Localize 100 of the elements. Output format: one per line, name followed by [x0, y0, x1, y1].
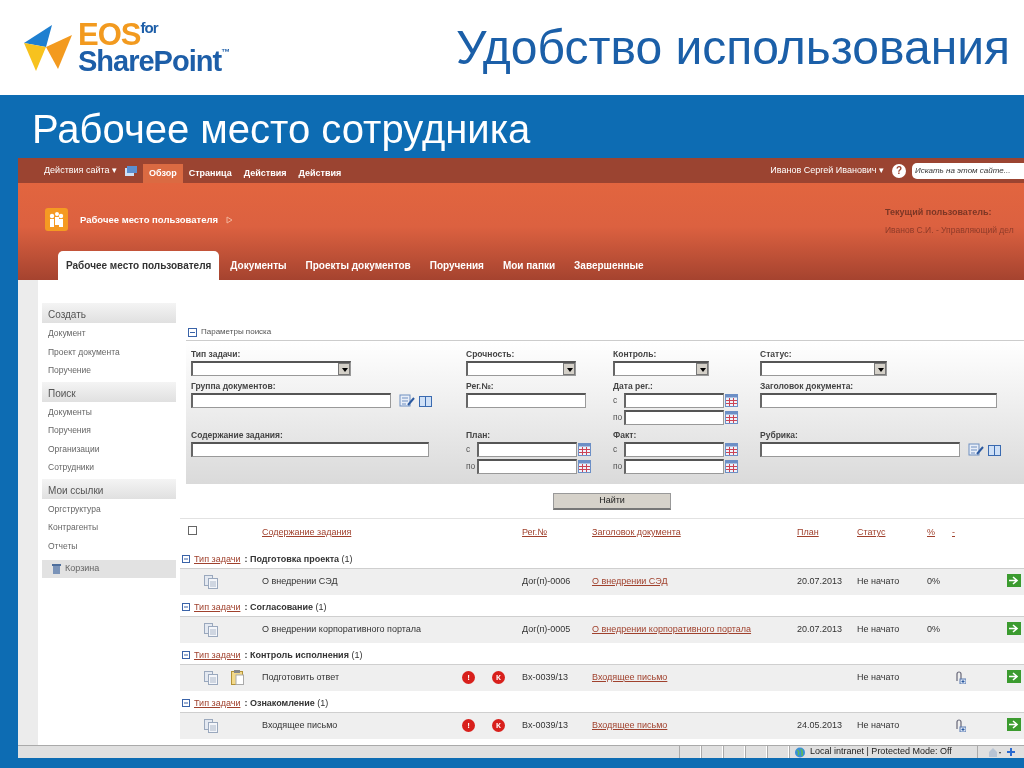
reg-number: Дог(п)-0005	[520, 616, 590, 643]
field-label: Срочность:	[466, 349, 516, 360]
collapse-icon[interactable]	[182, 555, 190, 564]
date-field[interactable]	[477, 442, 577, 457]
reg-number: Вх-0039/13	[520, 664, 590, 691]
ribbon-tab[interactable]: Действия	[292, 163, 348, 183]
clipboard-icon[interactable]	[231, 670, 244, 686]
nav-tab[interactable]: Завершенные	[566, 251, 652, 280]
field-label: Группа документов:	[191, 381, 277, 392]
field-label: Контроль:	[613, 349, 658, 360]
group-field-link[interactable]: Тип задачи	[194, 600, 241, 615]
select-field[interactable]	[760, 361, 887, 376]
select-field[interactable]	[466, 361, 576, 376]
select-field[interactable]	[191, 361, 351, 376]
document-link[interactable]: О внедрении СЭД	[592, 576, 668, 586]
column-header-link[interactable]: Содержание задания	[262, 527, 352, 537]
select-field[interactable]	[613, 361, 709, 376]
column-header-link[interactable]: %	[927, 527, 935, 537]
search-field[interactable]: Искать на этом сайте...	[912, 162, 1024, 179]
nav-tab[interactable]: Мои папки	[494, 251, 564, 280]
site-actions-menu[interactable]: Действия сайта ▾	[44, 163, 117, 178]
range-label: с	[613, 443, 619, 456]
book-icon[interactable]	[419, 394, 432, 407]
sidebar-link[interactable]: Организации	[42, 441, 176, 457]
find-button[interactable]: Найти	[553, 493, 671, 510]
field-label: Статус:	[760, 349, 793, 360]
document-link[interactable]: Входящее письмо	[592, 672, 668, 682]
sidebar-link[interactable]: Оргструктура	[42, 501, 176, 517]
date-field[interactable]	[477, 459, 577, 474]
text-field[interactable]	[760, 442, 960, 457]
column-header-link[interactable]: Рег.№	[522, 527, 547, 537]
open-button[interactable]	[1007, 670, 1021, 683]
open-button[interactable]	[1007, 574, 1021, 587]
field-label: Содержание задания:	[191, 430, 284, 441]
ribbon-tab[interactable]: Обзор	[143, 163, 183, 183]
zoom-icon[interactable]	[1006, 747, 1016, 757]
date-field[interactable]	[624, 459, 724, 474]
nav-tab[interactable]: Поручения	[421, 251, 492, 280]
site-title[interactable]: Рабочее место пользователя	[80, 212, 219, 227]
sidebar-link[interactable]: Контрагенты	[42, 520, 176, 536]
plan-date: 20.07.2013	[795, 568, 855, 595]
sidebar-link[interactable]: Поручение	[42, 363, 176, 379]
group-title: : Контроль исполнения (1)	[244, 648, 363, 662]
recycle-bin-link[interactable]: Корзина	[42, 560, 176, 578]
edit-list-icon[interactable]	[399, 394, 415, 407]
column-header-link[interactable]: Заголовок документа	[592, 527, 681, 537]
nav-tab[interactable]: Рабочее место пользователя	[58, 251, 220, 280]
calendar-icon[interactable]	[725, 460, 738, 473]
calendar-icon[interactable]	[578, 443, 591, 456]
help-button[interactable]: ?	[892, 163, 906, 178]
range-label: с	[613, 394, 619, 407]
edit-list-icon[interactable]	[968, 443, 984, 456]
ribbon-tab[interactable]: Действия	[237, 163, 293, 183]
field-label: Рег.№:	[466, 381, 495, 392]
sidebar-link[interactable]: Документ	[42, 326, 176, 342]
sidebar-link[interactable]: Отчеты	[42, 538, 176, 554]
text-field[interactable]	[191, 442, 429, 457]
open-button[interactable]	[1007, 622, 1021, 635]
current-user-label: Текущий пользователь:	[885, 206, 993, 219]
calendar-icon[interactable]	[725, 394, 738, 407]
attachment-icon[interactable]	[954, 719, 966, 733]
text-field[interactable]	[466, 393, 586, 408]
date-field[interactable]	[624, 393, 724, 408]
arrow-icon	[1009, 576, 1019, 585]
sidebar-link[interactable]: Поручения	[42, 423, 176, 439]
book-icon[interactable]	[988, 443, 1001, 456]
user-menu[interactable]: Иванов Сергей Иванович ▾	[770, 163, 884, 178]
select-all-checkbox[interactable]	[188, 526, 197, 535]
status-text: Не начато	[855, 712, 925, 739]
collapse-icon[interactable]	[182, 603, 190, 612]
calendar-icon[interactable]	[725, 411, 738, 424]
calendar-icon[interactable]	[725, 443, 738, 456]
slide-title: Удобство использования	[456, 19, 1010, 76]
sidebar-link[interactable]: Сотрудники	[42, 460, 176, 476]
collapse-icon[interactable]	[182, 699, 190, 708]
caret-icon	[696, 363, 708, 375]
calendar-icon[interactable]	[578, 460, 591, 473]
page-icon[interactable]	[125, 165, 137, 176]
open-button[interactable]	[1007, 718, 1021, 731]
attachment-icon[interactable]	[954, 671, 966, 685]
arrow-icon	[226, 215, 234, 224]
text-field[interactable]	[191, 393, 391, 408]
collapse-icon[interactable]	[188, 327, 197, 337]
date-field[interactable]	[624, 410, 724, 425]
collapse-icon[interactable]	[182, 651, 190, 660]
document-link[interactable]: Входящее письмо	[592, 720, 668, 730]
group-field-link[interactable]: Тип задачи	[194, 648, 241, 663]
date-field[interactable]	[624, 442, 724, 457]
sidebar-link[interactable]: Проект документа	[42, 344, 176, 360]
column-header-link[interactable]: Статус	[857, 527, 886, 537]
column-header-link[interactable]: План	[797, 527, 819, 537]
nav-tab[interactable]: Документы	[222, 251, 295, 280]
sidebar-link[interactable]: Документы	[42, 404, 176, 420]
nav-tab[interactable]: Проекты документов	[297, 251, 419, 280]
group-field-link[interactable]: Тип задачи	[194, 696, 241, 711]
text-field[interactable]	[760, 393, 997, 408]
panel-title[interactable]: Параметры поиска	[201, 326, 272, 338]
ribbon-tab[interactable]: Страница	[182, 163, 238, 183]
group-field-link[interactable]: Тип задачи	[194, 552, 241, 567]
column-header-link[interactable]: -	[952, 527, 955, 537]
